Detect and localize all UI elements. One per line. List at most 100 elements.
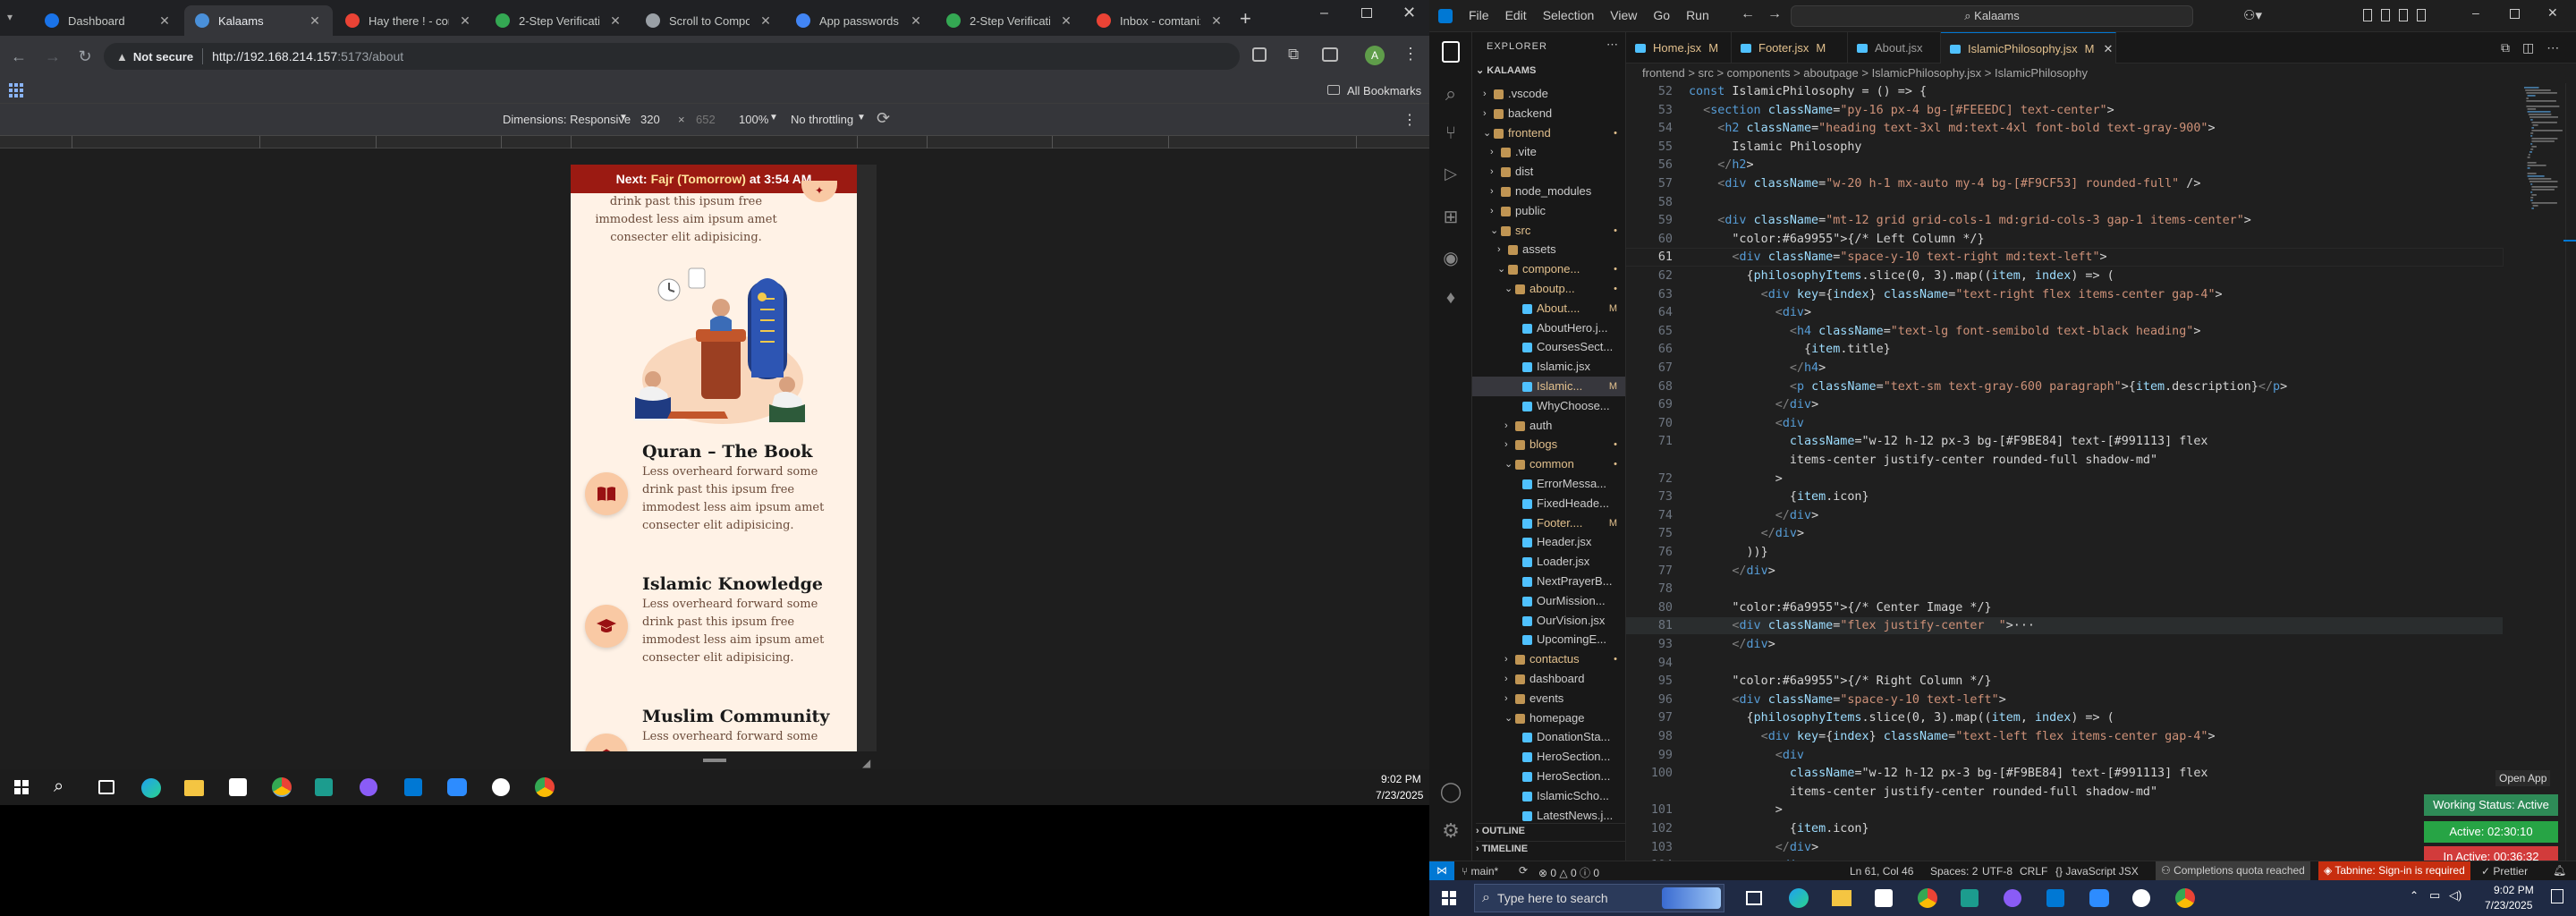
code-line[interactable]: 61 <div className="space-y-10 text-right… bbox=[1626, 248, 2504, 267]
tree-file[interactable]: CoursesSect... bbox=[1472, 337, 1625, 357]
code-line[interactable]: 80 "color:#6a9955">{/* Center Image */} bbox=[1626, 599, 2503, 616]
code-line[interactable]: 94 bbox=[1626, 655, 2503, 672]
tree-folder[interactable]: › backend bbox=[1472, 104, 1625, 123]
volume-icon[interactable]: ◁) bbox=[2449, 888, 2462, 903]
tree-folder[interactable]: ⌄ src • bbox=[1472, 221, 1625, 241]
code-line[interactable]: 62 {philosophyItems.slice(0, 3).map((ite… bbox=[1626, 267, 2503, 284]
vs-minimize-button[interactable]: – bbox=[2472, 5, 2479, 20]
tree-folder[interactable]: › .vite bbox=[1472, 142, 1625, 162]
tab-close-icon[interactable]: ✕ bbox=[1059, 13, 1073, 29]
menu-selection[interactable]: Selection bbox=[1543, 8, 1595, 22]
run-debug-icon[interactable]: ▷ bbox=[1438, 165, 1463, 190]
tree-file[interactable]: Footer.... M bbox=[1472, 513, 1625, 533]
command-center[interactable]: ⌕ Kalaams bbox=[1791, 5, 2193, 27]
code-line[interactable]: 59 <div className="mt-12 grid grid-cols-… bbox=[1626, 212, 2503, 229]
github-icon[interactable] bbox=[2004, 889, 2021, 907]
copilot-icon[interactable]: ⚇▾ bbox=[2243, 7, 2262, 23]
browser-tab[interactable]: Kalaams ✕ bbox=[184, 5, 333, 36]
forward-button[interactable]: → bbox=[43, 47, 63, 66]
tree-file[interactable]: WhyChoose... bbox=[1472, 396, 1625, 416]
tree-folder[interactable]: › node_modules bbox=[1472, 182, 1625, 201]
code-line[interactable]: 52 const IslamicPhilosophy = () => { bbox=[1626, 83, 2503, 100]
settings-gear-icon[interactable]: ⚙ bbox=[1438, 819, 1463, 844]
tab-close-icon[interactable]: ✕ bbox=[608, 13, 623, 29]
extension-icon[interactable] bbox=[1252, 47, 1267, 62]
browser-tab[interactable]: Scroll to Compon ✕ bbox=[635, 5, 784, 36]
code-line[interactable]: 81 <div className="flex justify-center "… bbox=[1626, 617, 2503, 635]
line-ending[interactable]: CRLF bbox=[2020, 865, 2047, 878]
code-line[interactable]: 66 {item.title} bbox=[1626, 341, 2503, 358]
clock-time[interactable]: 9:02 PM bbox=[2494, 884, 2534, 896]
code-line[interactable]: 96 <div className="space-y-10 text-left"… bbox=[1626, 691, 2503, 708]
code-line[interactable]: 98 <div key={index} className="text-left… bbox=[1626, 728, 2503, 745]
code-line[interactable]: 68 <p className="text-sm text-gray-600 p… bbox=[1626, 378, 2503, 395]
task-view-icon[interactable] bbox=[1746, 891, 1762, 905]
extensions-puzzle-icon[interactable]: ⧉ bbox=[1288, 46, 1299, 64]
dimensions-select[interactable]: Dimensions: Responsive bbox=[503, 113, 631, 126]
search-activity-icon[interactable]: ⌕ bbox=[1438, 82, 1463, 107]
code-line[interactable]: 53 <section className="py-16 px-4 bg-[#F… bbox=[1626, 102, 2503, 119]
profile-avatar[interactable]: A bbox=[1365, 46, 1385, 65]
code-line[interactable]: 97 {philosophyItems.slice(0, 3).map((ite… bbox=[1626, 709, 2503, 726]
tree-file[interactable]: ErrorMessa... bbox=[1472, 474, 1625, 494]
width-input[interactable]: 320 bbox=[640, 113, 660, 126]
file-explorer-icon[interactable] bbox=[1832, 890, 1852, 906]
tree-folder[interactable]: › dashboard bbox=[1472, 669, 1625, 689]
code-line[interactable]: 67 </h4> bbox=[1626, 360, 2503, 377]
store-icon[interactable] bbox=[229, 778, 247, 796]
timeline-section[interactable]: › TIMELINE bbox=[1476, 841, 1625, 854]
code-line[interactable]: 73 {item.icon} bbox=[1626, 488, 2503, 505]
layout-icons[interactable] bbox=[2363, 9, 2426, 23]
code-line[interactable]: 101 > bbox=[1626, 802, 2503, 818]
vscode-insiders-icon[interactable] bbox=[315, 778, 333, 796]
tree-file[interactable]: Loader.jsx bbox=[1472, 552, 1625, 572]
tab-close-icon[interactable]: ✕ bbox=[1209, 13, 1224, 29]
menu-edit[interactable]: Edit bbox=[1505, 8, 1527, 22]
vscode-icon[interactable] bbox=[404, 778, 422, 796]
close-tab-icon[interactable]: ✕ bbox=[2103, 42, 2113, 55]
vertical-scrollbar[interactable] bbox=[2565, 83, 2576, 861]
height-input[interactable]: 652 bbox=[696, 113, 716, 126]
menu-run[interactable]: Run bbox=[1686, 8, 1709, 22]
tray-chevron-icon[interactable]: ⌃ bbox=[2410, 889, 2419, 902]
edge-icon[interactable] bbox=[1789, 888, 1809, 908]
code-line[interactable]: 102 {item.icon} bbox=[1626, 820, 2503, 837]
chrome-taskbar-icon[interactable] bbox=[1918, 888, 1937, 908]
notification-center-icon[interactable] bbox=[2551, 889, 2563, 903]
menu-kebab-icon[interactable]: ⋮ bbox=[1402, 45, 1419, 64]
editor-actions[interactable]: ⧉ ◫ ⋯ bbox=[2501, 40, 2559, 55]
tree-file[interactable]: Islamic.jsx bbox=[1472, 357, 1625, 377]
search-icon[interactable]: ⌕ bbox=[54, 776, 64, 797]
tree-file[interactable]: Islamic... M bbox=[1472, 377, 1625, 396]
file-explorer-icon[interactable] bbox=[184, 780, 204, 796]
code-line[interactable]: 57 <div className="w-20 h-1 mx-auto my-4… bbox=[1626, 175, 2503, 192]
vscode-icon[interactable] bbox=[2046, 889, 2064, 907]
cursor-position[interactable]: Ln 61, Col 46 bbox=[1850, 865, 1913, 878]
code-editor[interactable]: 52 const IslamicPhilosophy = () => { 53 <s… bbox=[1626, 83, 2576, 861]
editor-tab[interactable]: Footer.jsx M bbox=[1732, 32, 1848, 64]
code-line[interactable]: 93 </div> bbox=[1626, 636, 2503, 653]
indentation[interactable]: Spaces: 2 bbox=[1930, 865, 1978, 878]
tree-folder[interactable]: ⌄ compone... • bbox=[1472, 259, 1625, 279]
source-control-icon[interactable]: ⑂ bbox=[1438, 123, 1463, 148]
device-menu-icon[interactable]: ⋮ bbox=[1402, 111, 1417, 129]
explorer-more-icon[interactable]: ⋯ bbox=[1606, 38, 1618, 52]
tree-file[interactable]: HeroSection... bbox=[1472, 767, 1625, 786]
viewport-corner-handle[interactable]: ◢ bbox=[862, 757, 870, 769]
menu-view[interactable]: View bbox=[1610, 8, 1637, 22]
viewport-bottom-handle[interactable] bbox=[703, 759, 726, 762]
tree-file[interactable]: Header.jsx bbox=[1472, 532, 1625, 552]
clock-date[interactable]: 7/23/2025 bbox=[2485, 899, 2532, 912]
open-app-button[interactable]: Open App bbox=[2496, 770, 2551, 786]
tree-file[interactable]: OurMission... bbox=[1472, 591, 1625, 611]
task-view-icon[interactable] bbox=[98, 780, 114, 794]
mongo-leaf-icon[interactable]: ♦ bbox=[1438, 288, 1463, 313]
minimize-button[interactable]: – bbox=[1320, 5, 1338, 21]
code-line[interactable]: 95 "color:#6a9955">{/* Right Column */} bbox=[1626, 673, 2503, 690]
tree-folder[interactable]: › .vscode bbox=[1472, 84, 1625, 104]
edge-icon[interactable] bbox=[141, 778, 161, 798]
github-activity-icon[interactable]: ◉ bbox=[1438, 247, 1463, 272]
forward-arrow-icon[interactable]: → bbox=[1767, 6, 1782, 22]
tree-folder[interactable]: ⌄ aboutp... • bbox=[1472, 279, 1625, 299]
code-line[interactable]: 77 </div> bbox=[1626, 563, 2503, 580]
